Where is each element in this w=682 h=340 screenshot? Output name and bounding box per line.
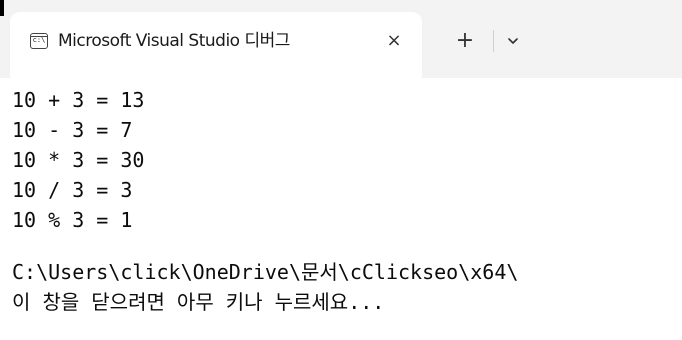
new-tab-button[interactable]: + (450, 26, 480, 56)
console-icon: c:\ (30, 33, 48, 49)
tab-bar: c:\ Microsoft Visual Studio 디버그 × + (0, 0, 682, 78)
console-path-line: C:\Users\click\OneDrive\문서\cClickseo\x64… (12, 260, 519, 284)
tabbar-divider (493, 30, 494, 52)
console-line: 10 - 3 = 7 (12, 118, 133, 142)
chevron-down-icon (508, 38, 518, 44)
console-output[interactable]: 10 + 3 = 13 10 - 3 = 7 10 * 3 = 30 10 / … (0, 78, 682, 340)
console-line: 10 / 3 = 3 (12, 178, 133, 202)
console-line: 10 + 3 = 13 (12, 88, 145, 112)
terminal-window: c:\ Microsoft Visual Studio 디버그 × + 10 +… (0, 0, 682, 340)
console-line: 10 % 3 = 1 (12, 208, 133, 232)
tab-dropdown-button[interactable] (500, 28, 526, 54)
window-corner-mark (0, 0, 4, 16)
console-line: 10 * 3 = 30 (12, 148, 145, 172)
console-prompt-line: 이 창을 닫으려면 아무 키나 누르세요... (12, 290, 385, 314)
tab-close-button[interactable]: × (380, 27, 408, 55)
tab-title: Microsoft Visual Studio 디버그 (58, 31, 290, 51)
